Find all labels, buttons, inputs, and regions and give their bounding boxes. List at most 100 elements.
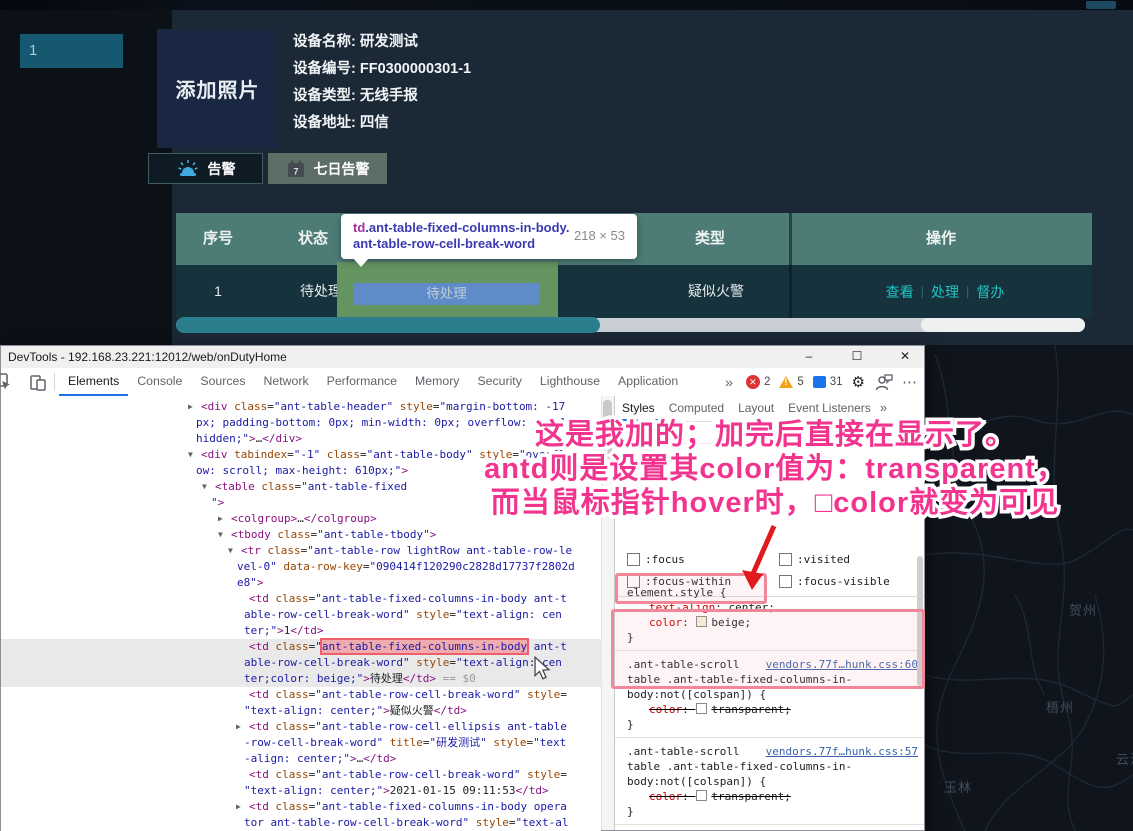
- error-icon[interactable]: ✕: [745, 375, 760, 389]
- style-line[interactable]: element.style {: [627, 585, 918, 600]
- close-button[interactable]: ✕: [890, 346, 920, 368]
- style-line[interactable]: vendors.77f…hunk.css:60 .ant-table-scroll: [627, 657, 918, 672]
- tab-console[interactable]: Console: [128, 368, 191, 396]
- code-token: ter;": [244, 624, 278, 637]
- code-line[interactable]: <td class = "ant-table-row-cell-break-word…: [1, 767, 601, 783]
- code-line[interactable]: -align: center;">…</td>: [1, 751, 601, 767]
- code-line[interactable]: px; padding-bottom: 0px; min-width: 0px;…: [1, 415, 601, 431]
- code-line[interactable]: able-row-cell-break-word" style="text-al…: [1, 607, 601, 623]
- style-line[interactable]: color: transparent;: [627, 702, 918, 717]
- styles-tab-layout[interactable]: Layout: [731, 396, 781, 421]
- color-swatch[interactable]: [696, 703, 708, 714]
- styles-tab-event-listeners[interactable]: Event Listeners: [781, 396, 878, 421]
- add-photo-placeholder[interactable]: 添加照片: [157, 29, 278, 148]
- message-icon[interactable]: [812, 376, 826, 388]
- elements-scrollbar-thumb[interactable]: [603, 400, 612, 472]
- feedback-icon[interactable]: [874, 373, 893, 391]
- style-line[interactable]: table .ant-table-fixed-columns-in-: [627, 672, 918, 687]
- sidebar-item-1[interactable]: 1: [20, 34, 123, 68]
- expand-arrow-open[interactable]: ▼: [228, 543, 233, 559]
- tab-memory[interactable]: Memory: [406, 368, 468, 396]
- style-line[interactable]: table .ant-table-fixed-columns-in-: [627, 759, 918, 774]
- styles-tab-styles[interactable]: Styles: [615, 396, 662, 421]
- styles-tab-computed[interactable]: Computed: [662, 396, 731, 421]
- style-line[interactable]: vendors.77f…hunk.css:57 .ant-table-scroll: [627, 744, 918, 759]
- device-toolbar-icon[interactable]: [29, 373, 47, 391]
- warning-count[interactable]: 5: [797, 376, 803, 388]
- warning-icon[interactable]: [779, 376, 794, 388]
- code-line[interactable]: ▼ <tr class="ant-table-row lightRow ant-t…: [1, 543, 601, 559]
- seven-day-alarm-button[interactable]: 7 七日告警: [268, 153, 387, 184]
- code-line[interactable]: e8">: [1, 575, 601, 591]
- tab-elements[interactable]: Elements: [59, 368, 129, 396]
- pseudo-toggle-focus[interactable]: :focus: [615, 548, 767, 570]
- code-line[interactable]: -row-cell-break-word" title="研发测试" style…: [1, 735, 601, 751]
- style-line[interactable]: }: [627, 804, 918, 819]
- code-line[interactable]: ▼ <tbody class="ant-table-tbody">: [1, 527, 601, 543]
- stylesheet-link[interactable]: vendors.77f…hunk.css:57: [766, 744, 918, 759]
- style-line[interactable]: color: beige;: [627, 615, 918, 630]
- styles-scrollbar-thumb[interactable]: [917, 556, 923, 686]
- code-line[interactable]: vel-0" data-row-key="090414f120290c2828d…: [1, 559, 601, 575]
- code-line[interactable]: ▶ <div class="ant-table-header" style="ma…: [1, 399, 601, 415]
- devtools-titlebar[interactable]: DevTools - 192.168.23.221:12012/web/onDu…: [1, 346, 924, 369]
- code-line[interactable]: ">: [1, 495, 601, 511]
- code-line[interactable]: tor ant-table-row-cell-break-word" style…: [1, 815, 601, 831]
- expand-arrow-closed[interactable]: ▶: [188, 399, 193, 415]
- code-line[interactable]: ▼ <div tabindex="-1" class="ant-table-bod…: [1, 447, 601, 463]
- styles-filter-bar[interactable]: [615, 422, 924, 444]
- styles-more-tabs-icon[interactable]: »: [880, 396, 887, 421]
- tab-sources[interactable]: Sources: [191, 368, 254, 396]
- more-tabs-icon[interactable]: »: [725, 374, 733, 390]
- settings-gear-icon[interactable]: ⚙: [852, 373, 865, 391]
- code-line[interactable]: ▶ <colgroup>…</colgroup>: [1, 511, 601, 527]
- code-line[interactable]: <td class="ant-table-fixed-columns-in-bo…: [1, 639, 601, 655]
- code-line[interactable]: ter;color: beige;">待处理</td> == $0: [1, 671, 601, 687]
- code-line[interactable]: ter;">1</td>: [1, 623, 601, 639]
- error-count[interactable]: 2: [764, 376, 770, 388]
- code-line[interactable]: ▼ <table class="ant-table-fixed: [1, 479, 601, 495]
- style-line[interactable]: text-align: center;: [627, 600, 918, 615]
- pseudo-toggle-visited[interactable]: :visited: [767, 548, 919, 570]
- code-line[interactable]: ▶ <td class="ant-table-row-cell-ellipsis …: [1, 719, 601, 735]
- checkbox-icon[interactable]: [627, 552, 640, 566]
- expand-arrow-closed[interactable]: ▶: [236, 719, 241, 735]
- style-line[interactable]: body:not([colspan]) {: [627, 687, 918, 702]
- checkbox-icon[interactable]: [779, 552, 792, 566]
- table-hscrollbar-thumb[interactable]: [176, 317, 600, 333]
- expand-arrow-open[interactable]: ▼: [188, 447, 193, 463]
- action-link-处理[interactable]: 处理: [931, 282, 959, 302]
- color-swatch[interactable]: [696, 790, 708, 801]
- code-line[interactable]: ow: scroll; max-height: 610px;">: [1, 463, 601, 479]
- tab-network[interactable]: Network: [255, 368, 318, 396]
- code-line[interactable]: hidden;">…</div>: [1, 431, 601, 447]
- style-line[interactable]: body:not([colspan]) {: [627, 774, 918, 789]
- tab-lighthouse[interactable]: Lighthouse: [531, 368, 609, 396]
- maximize-button[interactable]: ☐: [842, 346, 872, 368]
- expand-arrow-open[interactable]: ▼: [218, 527, 223, 543]
- code-line[interactable]: able-row-cell-break-word" style="text-al…: [1, 655, 601, 671]
- message-count[interactable]: 31: [830, 376, 843, 388]
- style-line[interactable]: color: transparent;: [627, 789, 918, 804]
- overflow-menu-icon[interactable]: ⋯: [902, 373, 918, 391]
- style-line[interactable]: }: [627, 717, 918, 732]
- code-line[interactable]: "text-align: center;">疑似火警</td>: [1, 703, 601, 719]
- expand-arrow-open[interactable]: ▼: [202, 479, 207, 495]
- action-link-查看[interactable]: 查看: [886, 282, 914, 302]
- stylesheet-link[interactable]: vendors.77f…hunk.css:60: [766, 657, 918, 672]
- tab-security[interactable]: Security: [468, 368, 530, 396]
- code-line[interactable]: <td class = "ant-table-row-cell-break-word…: [1, 687, 601, 703]
- code-line[interactable]: <td class="ant-table-fixed-columns-in-bo…: [1, 591, 601, 607]
- color-swatch[interactable]: [696, 616, 708, 627]
- code-line[interactable]: "text-align: center;">2021-01-15 09:11:5…: [1, 783, 601, 799]
- code-line[interactable]: ▶ <td class="ant-table-fixed-columns-in-b…: [1, 799, 601, 815]
- action-link-督办[interactable]: 督办: [976, 282, 1004, 302]
- expand-arrow-closed[interactable]: ▶: [236, 799, 241, 815]
- alarm-button[interactable]: 告警: [148, 153, 263, 184]
- style-line[interactable]: }: [627, 630, 918, 645]
- tab-performance[interactable]: Performance: [318, 368, 406, 396]
- tab-application[interactable]: Application: [609, 368, 687, 396]
- expand-arrow-closed[interactable]: ▶: [218, 511, 223, 527]
- minimize-button[interactable]: –: [794, 346, 824, 368]
- inspect-element-icon[interactable]: [0, 373, 12, 391]
